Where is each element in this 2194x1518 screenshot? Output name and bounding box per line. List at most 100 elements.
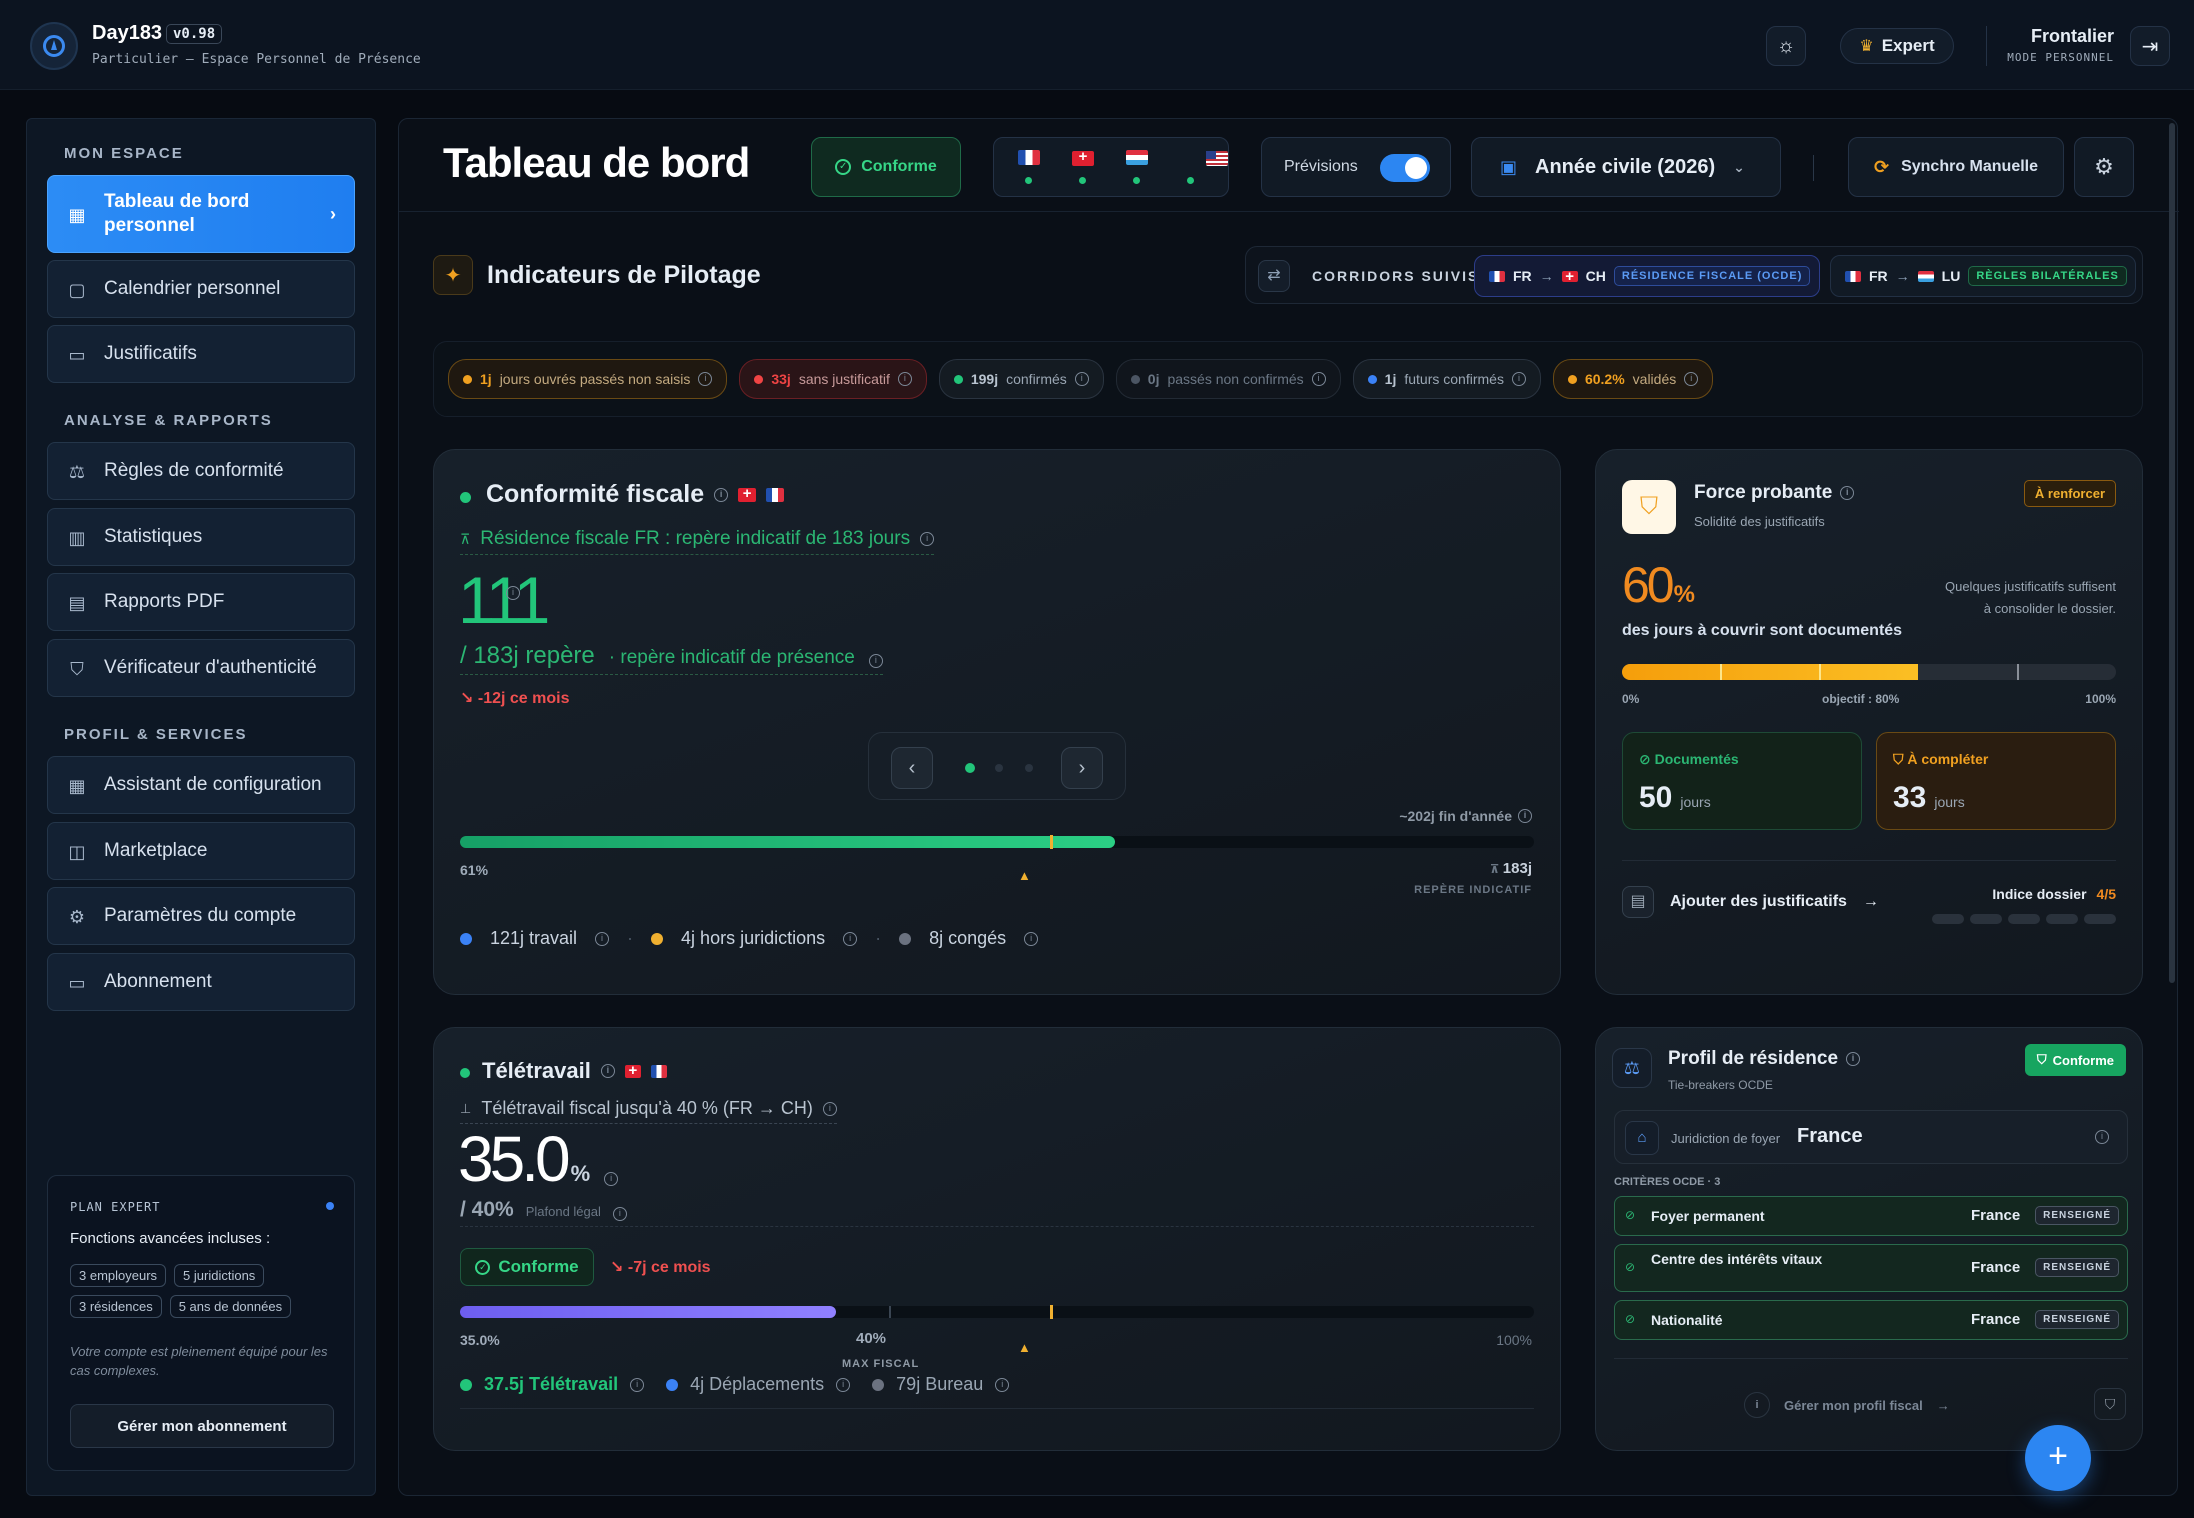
sidebar-item-parametres[interactable]: ⚙ Paramètres du compte xyxy=(47,887,355,945)
info-icon[interactable]: i xyxy=(604,1172,619,1186)
route-icon: ⇄ xyxy=(1258,260,1290,292)
info-icon[interactable]: i xyxy=(2095,1130,2109,1144)
force-badge: À renforcer xyxy=(2023,480,2116,507)
sidebar-item-dashboard[interactable]: ▦ Tableau de bord personnel › xyxy=(47,175,355,253)
indice-label: Indice dossier xyxy=(1992,886,2087,902)
status-dot xyxy=(1567,374,1577,384)
fiscal-target-label: REPÈRE INDICATIF xyxy=(1414,884,1532,896)
info-icon[interactable]: i xyxy=(612,1207,627,1221)
logout-icon[interactable]: ⇥ xyxy=(2130,26,2170,66)
stat-pill[interactable]: 60.2% validés i xyxy=(1552,359,1714,399)
sidebar-item-label: Tableau de bord personnel xyxy=(104,191,250,236)
expert-button[interactable]: ♛ Expert xyxy=(1840,28,1954,64)
fiscal-forecast: ~202j fin d'année i xyxy=(1399,808,1532,824)
stat-pill[interactable]: 1j jours ouvrés passés non saisis i xyxy=(448,359,728,399)
info-icon[interactable]: i xyxy=(843,931,858,946)
chevron-left-icon[interactable]: ‹ xyxy=(891,747,933,789)
fiscal-legend: 121j travail i · 4j hors juridictions i · 8j… xyxy=(460,928,1039,949)
stat-pill[interactable]: 0j passés non confirmés i xyxy=(1115,359,1341,399)
info-icon[interactable]: i xyxy=(714,487,729,502)
gear-icon: ⚙ xyxy=(68,907,86,927)
tick-marker xyxy=(1819,664,1821,680)
force-scale-mid: objectif : 80% xyxy=(1822,692,1900,706)
sidebar-item-assistant[interactable]: ▦ Assistant de configuration xyxy=(47,756,355,814)
jurisdiction-flags[interactable] xyxy=(993,137,1229,197)
pin-icon: ⊥ xyxy=(460,1100,472,1116)
a-completer-label-row: ⛉ À compléter xyxy=(1893,751,1989,767)
sync-button[interactable]: ⟳ Synchro Manuelle xyxy=(1848,137,2064,197)
scale-icon: ⚖ xyxy=(1612,1048,1652,1088)
year-select[interactable]: ▣ Année civile (2026) ⌄ xyxy=(1471,137,1781,197)
status-dot xyxy=(1133,177,1140,184)
sidebar-item-calendar[interactable]: ▢ Calendrier personnel xyxy=(47,260,355,318)
info-icon[interactable]: i xyxy=(995,1377,1010,1392)
stat-pill[interactable]: 199j confirmés i xyxy=(938,359,1104,399)
sidebar-item-regles[interactable]: ⚖ Règles de conformité xyxy=(47,442,355,500)
teletravail-progress-track xyxy=(460,1305,1534,1319)
check-circle-icon: ⊘ xyxy=(1625,1260,1636,1274)
carousel-dot-active[interactable] xyxy=(965,763,975,773)
manage-subscription-button[interactable]: Gérer mon abonnement xyxy=(70,1404,334,1448)
teletravail-big-row: 35.0 % i xyxy=(458,1122,619,1196)
criterion-label: Nationalité xyxy=(1651,1312,1723,1328)
sidebar-item-verificateur[interactable]: ⛉ Vérificateur d'authenticité xyxy=(47,639,355,697)
sidebar-item-rapports[interactable]: ▤ Rapports PDF xyxy=(47,573,355,631)
threshold-marker xyxy=(1050,835,1053,849)
separator: · xyxy=(627,928,634,948)
stat-label: sans justificatif xyxy=(798,371,890,387)
sidebar-item-statistiques[interactable]: ▥ Statistiques xyxy=(47,508,355,566)
info-icon[interactable]: i xyxy=(1024,931,1039,946)
documentes-value: 50 xyxy=(1639,781,1673,814)
stat-pill[interactable]: 33j sans justificatif i xyxy=(739,359,927,399)
info-icon[interactable]: i xyxy=(506,586,520,600)
stat-value: 60.2% xyxy=(1584,371,1625,387)
scrollbar[interactable] xyxy=(2169,123,2175,983)
sidebar-item-justificatifs[interactable]: ▭ Justificatifs xyxy=(47,325,355,383)
corridor-fr-ch[interactable]: FR → CH RÉSIDENCE FISCALE (OCDE) xyxy=(1474,255,1820,297)
info-icon[interactable]: i xyxy=(822,1101,837,1116)
sidebar-item-marketplace[interactable]: ◫ Marketplace xyxy=(47,822,355,880)
corridor-fr-lu[interactable]: FR → LU RÈGLES BILATÉRALES xyxy=(1830,255,2136,297)
status-dot xyxy=(1025,177,1032,184)
chevron-right-icon[interactable]: › xyxy=(1061,747,1103,789)
plan-chip: 3 employeurs xyxy=(70,1264,167,1287)
info-icon[interactable]: i xyxy=(836,1377,851,1392)
info-icon[interactable]: i xyxy=(1840,486,1855,500)
force-pct: 60 xyxy=(1622,557,1675,613)
chevron-right-icon: › xyxy=(330,204,336,224)
pin-icon: ⊼ xyxy=(460,530,471,547)
sidebar: MON ESPACE ▦ Tableau de bord personnel ›… xyxy=(26,118,376,1496)
add-justificatifs-link[interactable]: ▤ Ajouter des justificatifs → xyxy=(1622,886,1879,918)
manage-profil-link[interactable]: i Gérer mon profil fiscal → xyxy=(1744,1392,1950,1418)
criterion-tag: RENSEIGNÉ xyxy=(2035,1258,2119,1277)
info-icon[interactable]: i xyxy=(1846,1052,1861,1066)
settings-gear-icon[interactable]: ⚙ xyxy=(2074,137,2134,197)
info-icon[interactable]: i xyxy=(920,532,935,546)
info-icon: i xyxy=(1744,1392,1770,1418)
info-icon[interactable]: i xyxy=(595,931,610,946)
app-logo-icon[interactable] xyxy=(30,22,78,70)
stat-pill[interactable]: 1j futurs confirmés i xyxy=(1352,359,1541,399)
profil-title: Profil de résidence xyxy=(1668,1048,1839,1069)
info-icon[interactable]: i xyxy=(1518,809,1532,823)
carousel-dot[interactable] xyxy=(995,764,1003,772)
status-dot xyxy=(463,374,472,384)
criterion-label: Centre des intérêts vitaux xyxy=(1651,1251,1823,1267)
previsions-toggle[interactable] xyxy=(1380,154,1430,182)
indice-bar xyxy=(2008,914,2040,924)
shield-check-icon: ⛉ xyxy=(2036,1052,2047,1067)
theme-toggle-sun-icon[interactable]: ☼ xyxy=(1766,26,1806,66)
sidebar-item-abonnement[interactable]: ▭ Abonnement xyxy=(47,953,355,1011)
info-icon[interactable]: i xyxy=(630,1377,645,1392)
force-pct-row: 60 % xyxy=(1622,556,1695,614)
indice-bar xyxy=(1970,914,2002,924)
shield-check-icon[interactable]: ⛉ xyxy=(2094,1388,2126,1420)
juridiction-row[interactable]: ⌂ Juridiction de foyer France i xyxy=(1614,1110,2128,1164)
carousel-dot[interactable] xyxy=(1025,764,1033,772)
add-fab-button[interactable]: + xyxy=(2025,1425,2091,1491)
legend-label: 8j congés xyxy=(929,928,1007,948)
conforme-status-button[interactable]: ✓ Conforme xyxy=(811,137,961,197)
info-icon[interactable]: i xyxy=(868,654,883,668)
info-icon[interactable]: i xyxy=(600,1064,615,1078)
divider xyxy=(1622,860,2116,861)
